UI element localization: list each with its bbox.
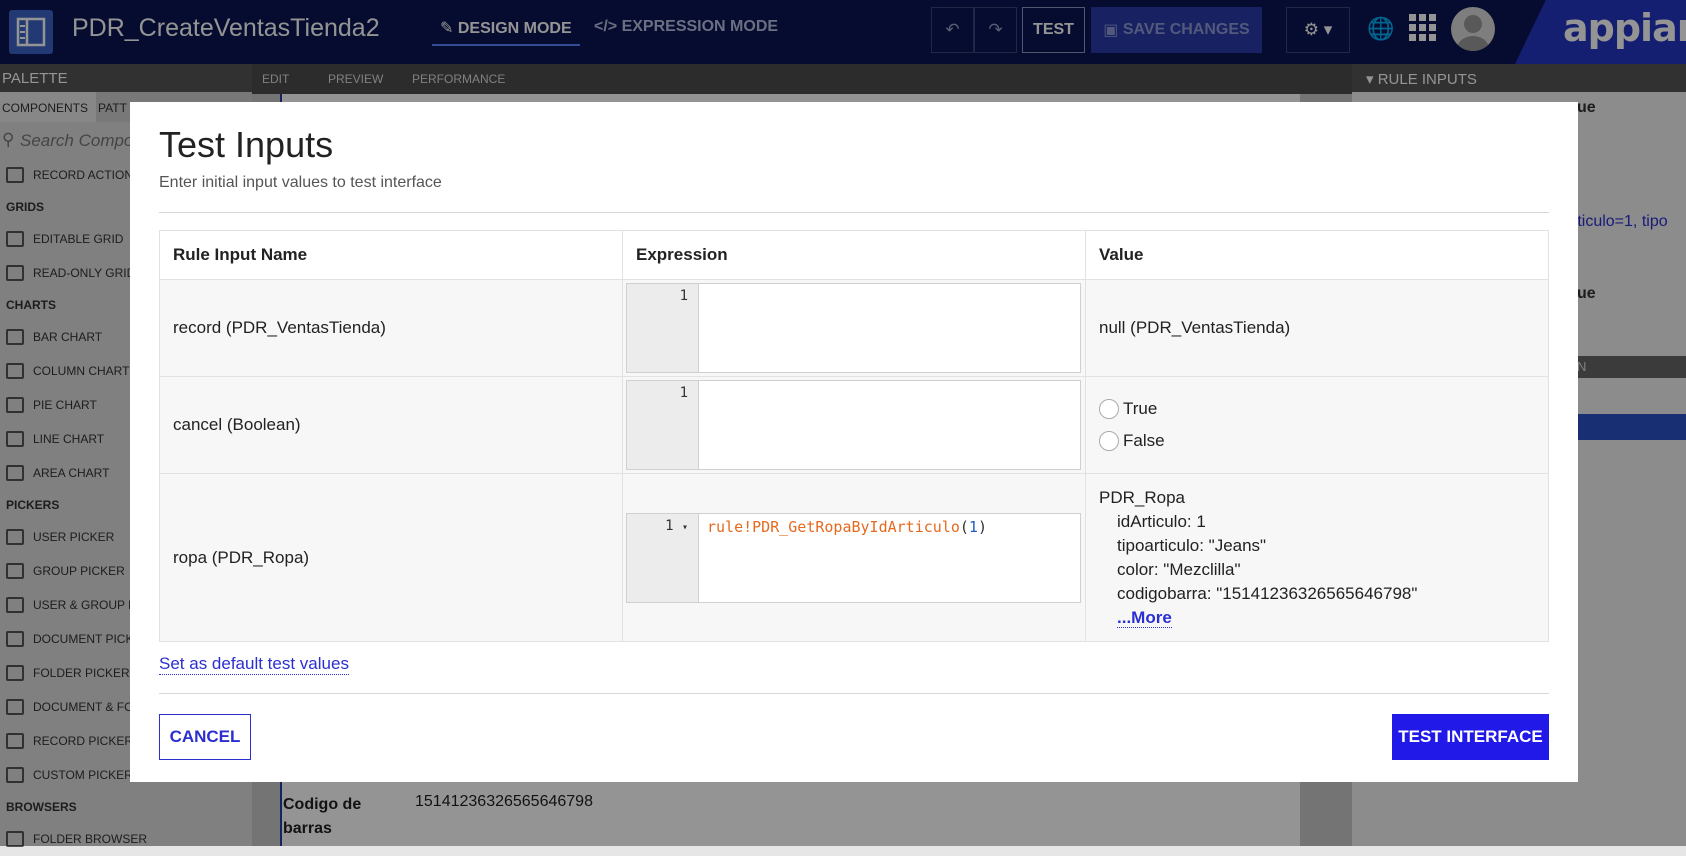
divider xyxy=(159,693,1549,694)
divider xyxy=(159,212,1549,213)
radio-true[interactable]: True xyxy=(1099,393,1548,425)
radio-circle xyxy=(1099,431,1119,451)
dialog-subtitle: Enter initial input values to test inter… xyxy=(159,174,442,191)
table-header-row: Rule Input Name Expression Value xyxy=(159,230,1549,280)
radio-true-label: True xyxy=(1123,399,1158,418)
test-inputs-table: Rule Input Name Expression Value record … xyxy=(159,230,1549,642)
test-inputs-dialog: Test Inputs Enter initial input values t… xyxy=(130,102,1578,782)
more-link[interactable]: ...More xyxy=(1117,607,1172,628)
value-cell: PDR_Ropa idArticulo: 1 tipoarticulo: "Je… xyxy=(1085,473,1549,642)
expression-cell: 1 xyxy=(622,279,1086,377)
expression-editor[interactable]: 1 ▾ rule!PDR_GetRopaByIdArticulo(1) xyxy=(626,512,1081,603)
radio-false[interactable]: False xyxy=(1099,425,1548,457)
expression-editor[interactable]: 1 xyxy=(626,283,1081,373)
expression-code: rule!PDR_GetRopaByIdArticulo(1) xyxy=(707,518,987,536)
record-type: PDR_Ropa xyxy=(1099,487,1185,507)
line-number: 1 xyxy=(627,284,699,372)
column-header-value: Value xyxy=(1085,230,1549,280)
input-name: cancel (Boolean) xyxy=(159,376,623,474)
column-header-name: Rule Input Name xyxy=(159,230,623,280)
radio-circle xyxy=(1099,399,1119,419)
expression-cell: 1 ▾ rule!PDR_GetRopaByIdArticulo(1) xyxy=(622,473,1086,642)
line-number: 1 xyxy=(627,381,699,469)
record-field: color: "Mezclilla" xyxy=(1117,559,1241,579)
column-header-expression: Expression xyxy=(622,230,1086,280)
test-interface-button[interactable]: TEST INTERFACE xyxy=(1392,714,1549,760)
expression-paren-close: ) xyxy=(977,517,987,536)
input-name: record (PDR_VentasTienda) xyxy=(159,279,623,377)
expression-function: rule!PDR_GetRopaByIdArticulo xyxy=(707,517,960,536)
expression-editor[interactable]: 1 xyxy=(626,380,1081,470)
line-number-text: 1 xyxy=(665,517,674,534)
table-row: cancel (Boolean) 1 True False xyxy=(159,376,1549,474)
dialog-title: Test Inputs xyxy=(159,124,334,165)
record-value: PDR_Ropa idArticulo: 1 tipoarticulo: "Je… xyxy=(1099,486,1548,630)
table-row: ropa (PDR_Ropa) 1 ▾ rule!PDR_GetRopaById… xyxy=(159,473,1549,642)
expression-paren-open: ( xyxy=(959,517,969,536)
cancel-button[interactable]: CANCEL xyxy=(159,714,251,760)
expression-argument: 1 xyxy=(968,517,978,536)
expression-cell: 1 xyxy=(622,376,1086,474)
more-container: ...More xyxy=(1099,606,1548,630)
record-field: codigobarra: "15141236326565646798" xyxy=(1117,583,1418,603)
record-field: tipoarticulo: "Jeans" xyxy=(1117,535,1267,555)
value-cell: null (PDR_VentasTienda) xyxy=(1085,279,1549,377)
value-cell: True False xyxy=(1085,376,1549,474)
table-row: record (PDR_VentasTienda) 1 null (PDR_Ve… xyxy=(159,279,1549,377)
set-default-values-link[interactable]: Set as default test values xyxy=(159,654,349,675)
fold-icon[interactable]: ▾ xyxy=(682,522,688,533)
line-number: 1 ▾ xyxy=(627,513,699,602)
input-name: ropa (PDR_Ropa) xyxy=(159,473,623,642)
record-field: idArticulo: 1 xyxy=(1117,511,1206,531)
radio-false-label: False xyxy=(1123,431,1165,450)
